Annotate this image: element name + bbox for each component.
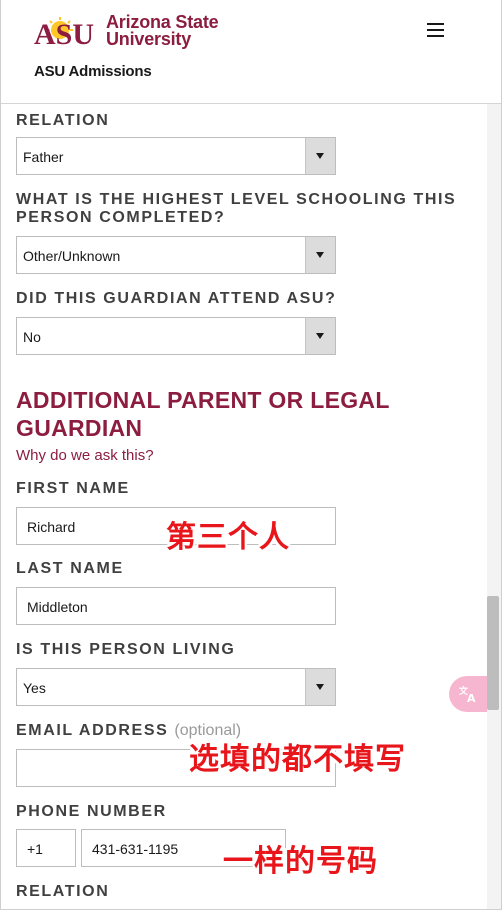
annotation-optional-note: 选填的都不填写 — [189, 742, 406, 777]
dropdown-arrow-icon[interactable] — [305, 237, 335, 273]
site-title[interactable]: ASU Admissions — [34, 63, 152, 80]
schooling-select-value: Other/Unknown — [23, 248, 121, 264]
section-title: ADDITIONAL PARENT OR LEGAL GUARDIAN — [16, 386, 436, 442]
schooling-label: WHAT IS THE HIGHEST LEVEL SCHOOLING THIS… — [16, 191, 456, 227]
first-name-label: FIRST NAME — [16, 480, 130, 497]
scrollbar-thumb[interactable] — [487, 596, 499, 710]
asu-logo-mark: ASU — [34, 17, 94, 46]
logo-wordmark: Arizona State University — [106, 13, 219, 49]
scrollbar-track[interactable] — [487, 104, 501, 909]
phone-label: PHONE NUMBER — [16, 803, 167, 820]
schooling-label-line-1: WHAT IS THE HIGHEST LEVEL SCHOOLING THIS — [16, 191, 457, 208]
translate-glyph: 文 A — [459, 685, 476, 704]
dropdown-arrow-icon[interactable] — [305, 318, 335, 354]
logo-line-2: University — [106, 29, 192, 49]
living-select[interactable]: Yes — [16, 668, 336, 706]
site-header: ASU Arizona State University ASU Admissi… — [1, 0, 501, 104]
attend-asu-select-value: No — [23, 329, 41, 345]
svg-text:A: A — [467, 692, 476, 704]
schooling-select[interactable]: Other/Unknown — [16, 236, 336, 274]
relation-select[interactable]: Father — [16, 137, 336, 175]
last-name-value: Middleton — [27, 599, 88, 615]
email-label-text: EMAIL ADDRESS — [16, 722, 169, 739]
attend-asu-select[interactable]: No — [16, 317, 336, 355]
annotation-third-person: 第三个人 — [166, 520, 290, 555]
translate-icon[interactable]: 文 A — [449, 676, 487, 712]
dropdown-arrow-icon[interactable] — [305, 138, 335, 174]
phone-country-code-input[interactable]: +1 — [16, 829, 76, 867]
living-select-value: Yes — [23, 680, 46, 696]
phone-number-value: 431-631-1195 — [92, 841, 179, 857]
attend-asu-label: DID THIS GUARDIAN ATTEND ASU? — [16, 290, 337, 307]
hamburger-menu-icon[interactable] — [425, 20, 447, 40]
schooling-label-line-2: PERSON COMPLETED? — [16, 209, 226, 226]
relation-label: RELATION — [16, 112, 110, 129]
page-frame: ASU Arizona State University ASU Admissi… — [0, 0, 502, 910]
last-name-label: LAST NAME — [16, 560, 124, 577]
asu-logo[interactable]: ASU Arizona State University — [33, 13, 223, 49]
phone-country-code-value: +1 — [27, 841, 43, 857]
section-title-line-1: ADDITIONAL PARENT OR LEGAL — [16, 387, 390, 413]
dropdown-arrow-icon[interactable] — [305, 669, 335, 705]
section-title-line-2: GUARDIAN — [16, 415, 143, 441]
last-name-input[interactable]: Middleton — [16, 587, 336, 625]
relation-select-value: Father — [23, 149, 64, 165]
annotation-same-number: 一样的号码 — [223, 844, 378, 879]
relation-label-2: RELATION — [16, 883, 110, 900]
first-name-value: Richard — [27, 519, 76, 535]
logo-mark-text: ASU — [34, 18, 94, 46]
why-do-we-ask-link[interactable]: Why do we ask this? — [16, 447, 154, 464]
living-label: IS THIS PERSON LIVING — [16, 641, 236, 658]
